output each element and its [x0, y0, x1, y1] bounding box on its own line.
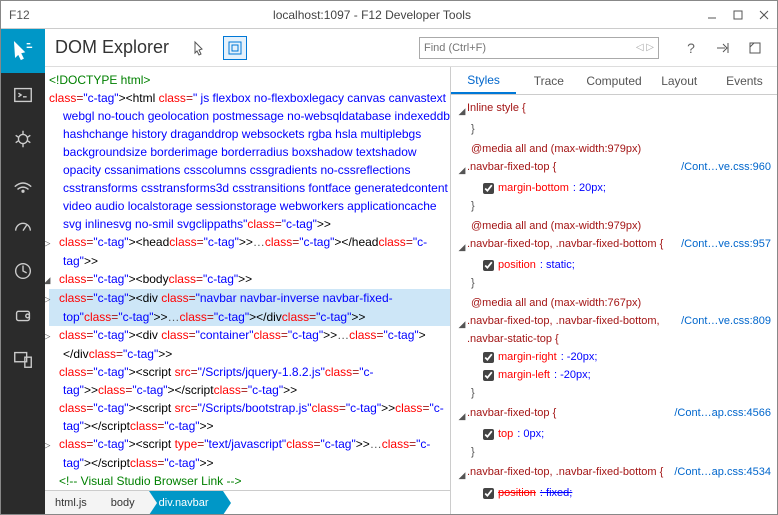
style-tabs: Styles Trace Computed Layout Events [451, 67, 777, 95]
prop-toggle[interactable] [483, 429, 494, 440]
source-link[interactable]: /Cont…ve.css:960 [681, 158, 771, 176]
panel-title: DOM Explorer [55, 37, 169, 58]
crumb-div[interactable]: div.navbar [149, 491, 223, 514]
tab-styles[interactable]: Styles [451, 67, 516, 94]
memory-icon[interactable] [1, 293, 45, 337]
f12-badge: F12 [1, 8, 45, 22]
select-element-icon[interactable] [189, 36, 213, 60]
source-link[interactable]: /Cont…ap.css:4566 [674, 404, 771, 422]
network-icon[interactable] [1, 161, 45, 205]
styles-panel[interactable]: Inline style { } @media all and (max-wid… [451, 95, 777, 514]
expand-toggle[interactable] [49, 327, 59, 345]
toolbar: DOM Explorer ◁ ▷ ? [45, 29, 777, 67]
expand-toggle[interactable] [49, 234, 59, 252]
crumb-html[interactable]: html.js [45, 491, 101, 514]
breadcrumb: html.js body div.navbar [45, 490, 450, 514]
prop-toggle[interactable] [483, 183, 494, 194]
prop-toggle[interactable] [483, 260, 494, 271]
selected-node[interactable]: class="c-tag"><div class="navbar navbar-… [49, 289, 450, 326]
unpin-icon[interactable] [743, 36, 767, 60]
tab-layout[interactable]: Layout [647, 67, 712, 94]
find-input[interactable] [424, 42, 636, 54]
profiler-icon[interactable] [1, 249, 45, 293]
find-nav[interactable]: ◁ ▷ [636, 42, 654, 53]
source-link[interactable]: /Cont…ap.css:4534 [674, 463, 771, 481]
expand-toggle[interactable] [49, 271, 59, 289]
tool-sidebar [1, 29, 45, 514]
source-link[interactable]: /Cont…ve.css:809 [681, 312, 771, 330]
prop-toggle[interactable] [483, 488, 494, 499]
tab-trace[interactable]: Trace [516, 67, 581, 94]
expand-toggle[interactable] [49, 436, 59, 454]
expand-toggle[interactable] [49, 290, 59, 308]
prop-toggle[interactable] [483, 352, 494, 363]
close-button[interactable] [751, 4, 777, 26]
help-button[interactable]: ? [679, 36, 703, 60]
performance-icon[interactable] [1, 205, 45, 249]
maximize-button[interactable] [725, 4, 751, 26]
emulation-icon[interactable] [1, 337, 45, 381]
find-box[interactable]: ◁ ▷ [419, 37, 659, 59]
title-bar: F12 localhost:1097 - F12 Developer Tools [1, 1, 777, 29]
prop-toggle[interactable] [483, 370, 494, 381]
console-icon[interactable] [1, 73, 45, 117]
minimize-button[interactable] [699, 4, 725, 26]
step-icon[interactable] [711, 36, 735, 60]
window-title: localhost:1097 - F12 Developer Tools [45, 8, 699, 22]
tab-events[interactable]: Events [712, 67, 777, 94]
dom-tree[interactable]: <!DOCTYPE html> class="c-tag"><html clas… [45, 67, 450, 490]
dom-explorer-icon[interactable] [1, 29, 45, 73]
highlight-icon[interactable] [223, 36, 247, 60]
source-link[interactable]: /Cont…ve.css:957 [681, 235, 771, 253]
debugger-icon[interactable] [1, 117, 45, 161]
tab-computed[interactable]: Computed [581, 67, 646, 94]
